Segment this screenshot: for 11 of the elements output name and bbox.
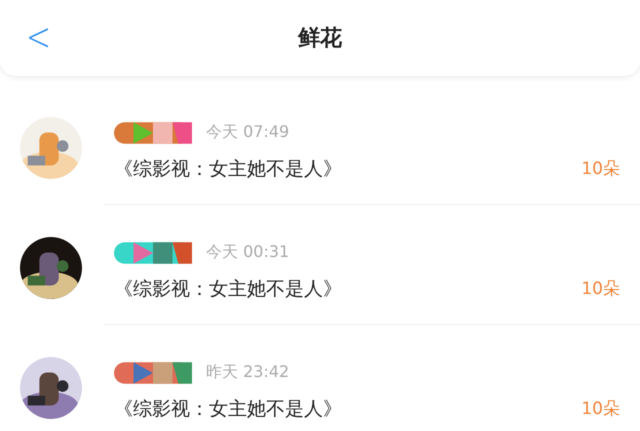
timestamp: 昨天 23:42 [206, 362, 290, 383]
flower-count: 10朵 [581, 278, 620, 300]
flower-count: 10朵 [581, 398, 620, 420]
flower-count: 10朵 [581, 158, 620, 180]
back-button[interactable]: < [18, 14, 60, 60]
book-title: 《综影视：女主她不是人》 [114, 396, 342, 422]
book-title: 《综影视：女主她不是人》 [114, 156, 342, 182]
book-title: 《综影视：女主她不是人》 [114, 276, 342, 302]
timestamp: 今天 07:49 [206, 122, 290, 143]
timestamp: 今天 00:31 [206, 242, 290, 263]
page-title: 鲜花 [298, 25, 342, 53]
